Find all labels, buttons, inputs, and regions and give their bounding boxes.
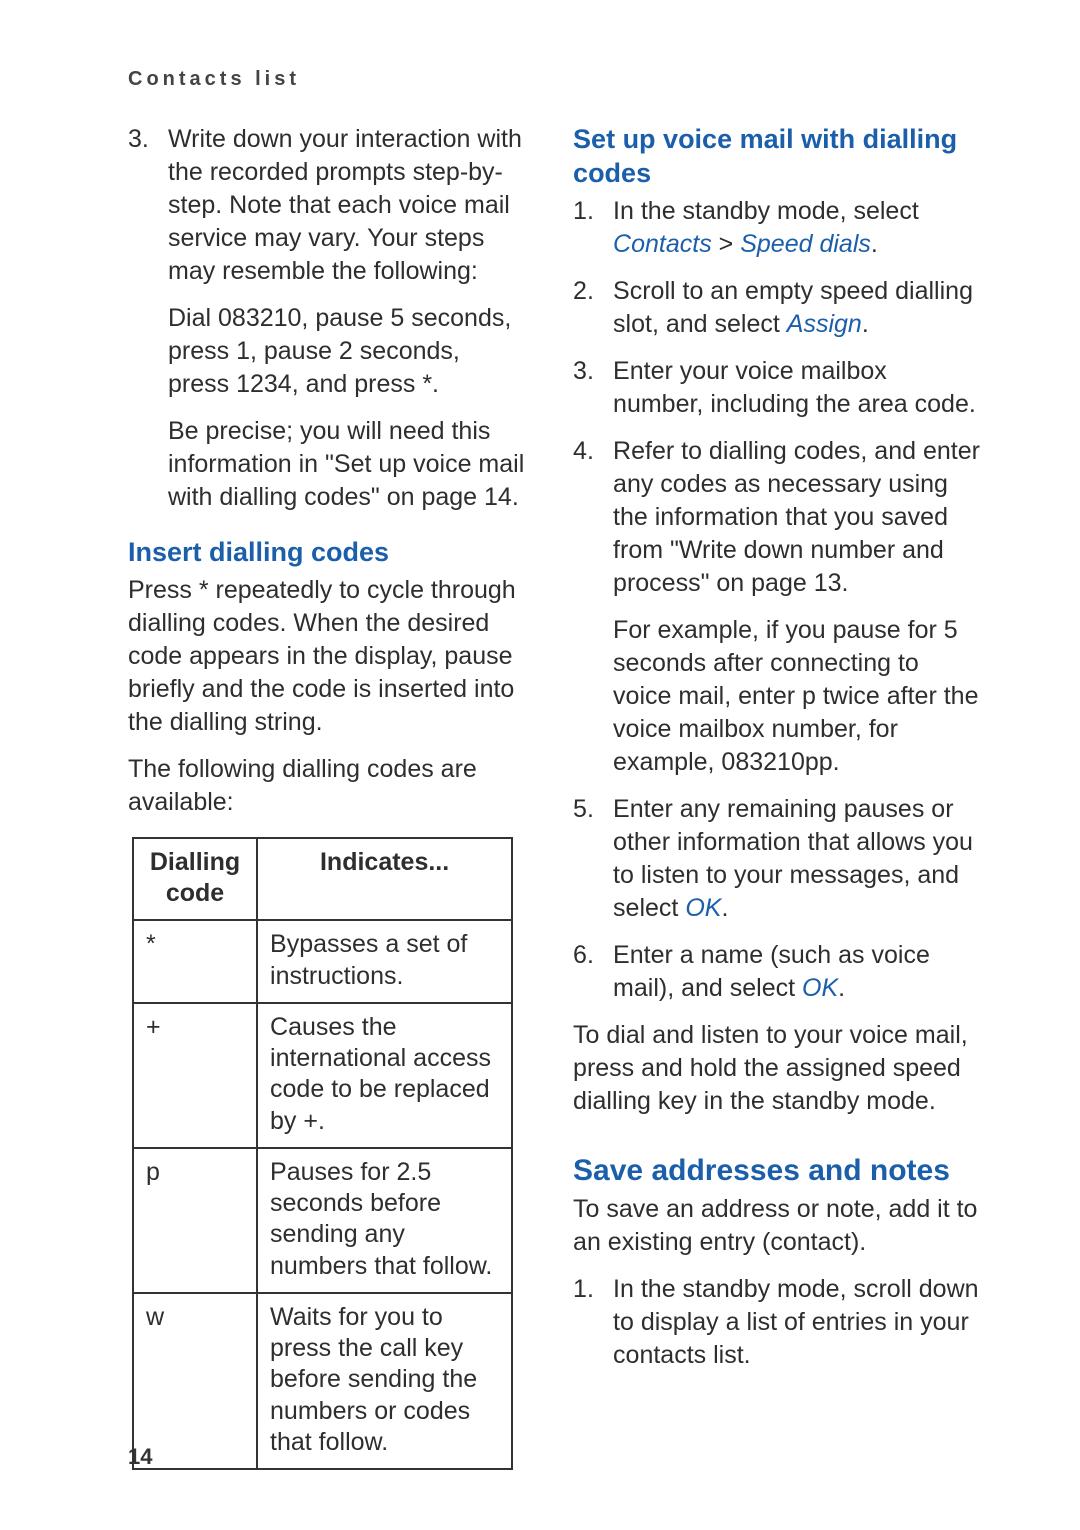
table-row: * Bypasses a set of instructions.: [133, 920, 512, 1003]
table-header-row: Dialling code Indicates...: [133, 838, 512, 921]
save-steps: In the standby mode, scroll down to disp…: [573, 1273, 982, 1372]
table-cell-desc: Causes the international access code to …: [257, 1003, 512, 1148]
page-header: Contacts list: [128, 68, 982, 91]
right-column: Set up voice mail with dialling codes In…: [573, 123, 982, 1470]
menu-path: Speed dials: [740, 230, 871, 258]
step-post: .: [721, 894, 728, 922]
list-item-text: Write down your interaction with the rec…: [168, 125, 522, 285]
section-heading-save: Save addresses and notes: [573, 1152, 982, 1190]
list-item: Enter your voice mailbox number, includi…: [573, 355, 982, 421]
step-post: .: [862, 310, 869, 338]
step-sep: >: [712, 230, 741, 258]
list-item-sub: Be precise; you will need this informati…: [168, 415, 525, 514]
table-cell-desc: Bypasses a set of instructions.: [257, 920, 512, 1003]
table-header-cell: Indicates...: [257, 838, 512, 921]
table-cell-code: p: [133, 1148, 257, 1293]
step-text: Enter any remaining pauses or other info…: [613, 795, 973, 922]
table-cell-code: +: [133, 1003, 257, 1148]
subsection-heading-insert: Insert dialling codes: [128, 536, 525, 570]
content-columns: Write down your interaction with the rec…: [128, 123, 982, 1470]
menu-path: OK: [802, 974, 838, 1002]
step-post: .: [871, 230, 878, 258]
step-text: Enter your voice mailbox number, includi…: [613, 357, 976, 418]
list-item: Enter a name (such as voice mail), and s…: [573, 939, 982, 1005]
table-row: w Waits for you to press the call key be…: [133, 1293, 512, 1469]
list-item: Scroll to an empty speed dialling slot, …: [573, 275, 982, 341]
list-item: In the standby mode, scroll down to disp…: [573, 1273, 982, 1372]
list-item: Enter any remaining pauses or other info…: [573, 793, 982, 925]
table-cell-code: *: [133, 920, 257, 1003]
paragraph: To save an address or note, add it to an…: [573, 1193, 982, 1259]
table-row: + Causes the international access code t…: [133, 1003, 512, 1148]
list-item: In the standby mode, select Contacts > S…: [573, 195, 982, 261]
table-cell-code: w: [133, 1293, 257, 1469]
paragraph: The following dialling codes are availab…: [128, 753, 525, 819]
page-number: 14: [128, 1444, 152, 1470]
subsection-heading-setup: Set up voice mail with dialling codes: [573, 123, 982, 191]
step-text: In the standby mode, select: [613, 197, 919, 225]
manual-page: Contacts list Write down your interactio…: [0, 0, 1080, 1530]
continued-ordered-list: Write down your interaction with the rec…: [128, 123, 525, 514]
menu-path: OK: [685, 894, 721, 922]
setup-steps: In the standby mode, select Contacts > S…: [573, 195, 982, 1005]
menu-path: Contacts: [613, 230, 712, 258]
step-text: Enter a name (such as voice mail), and s…: [613, 941, 930, 1002]
left-column: Write down your interaction with the rec…: [128, 123, 525, 1470]
dialling-codes-table: Dialling code Indicates... * Bypasses a …: [132, 837, 513, 1470]
table-row: p Pauses for 2.5 seconds before sending …: [133, 1148, 512, 1293]
list-item-sub: Dial 083210, pause 5 seconds, press 1, p…: [168, 302, 525, 401]
table-cell-desc: Pauses for 2.5 seconds before sending an…: [257, 1148, 512, 1293]
list-item: Write down your interaction with the rec…: [128, 123, 525, 514]
paragraph: To dial and listen to your voice mail, p…: [573, 1019, 982, 1118]
menu-path: Assign: [787, 310, 862, 338]
step-text: Refer to dialling codes, and enter any c…: [613, 437, 980, 597]
list-item: Refer to dialling codes, and enter any c…: [573, 435, 982, 779]
table-cell-desc: Waits for you to press the call key befo…: [257, 1293, 512, 1469]
table-header-cell: Dialling code: [133, 838, 257, 921]
step-text: In the standby mode, scroll down to disp…: [613, 1275, 978, 1369]
paragraph: Press * repeatedly to cycle through dial…: [128, 574, 525, 739]
step-sub: For example, if you pause for 5 seconds …: [613, 614, 982, 779]
step-post: .: [838, 974, 845, 1002]
